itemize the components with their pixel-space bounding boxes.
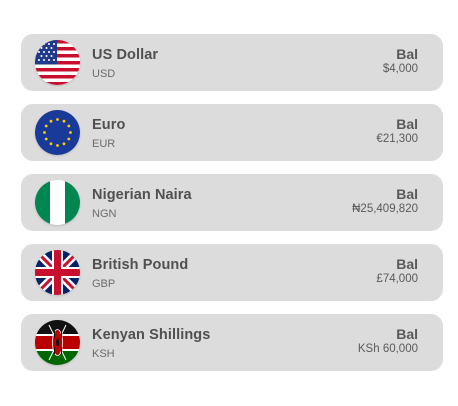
currency-code: NGN <box>92 208 117 220</box>
balance-amount: ₦25,409,820 <box>352 203 418 215</box>
account-card-ksh[interactable]: Kenyan Shillings KSH Bal KSh 60,000 <box>21 314 443 371</box>
balance-label: Bal <box>396 256 418 272</box>
balance-label: Bal <box>396 46 418 62</box>
balance-label: Bal <box>396 116 418 132</box>
currency-code: KSH <box>92 348 115 360</box>
currency-code: GBP <box>92 278 116 290</box>
currency-account-list: US Dollar USD Bal $4,000 Euro EUR Bal €2… <box>0 0 458 406</box>
account-card-usd[interactable]: US Dollar USD Bal $4,000 <box>21 34 443 91</box>
balance-amount: €21,300 <box>376 133 418 145</box>
currency-code: USD <box>92 68 116 80</box>
kenya-flag-icon <box>35 320 80 365</box>
uk-flag-icon <box>35 250 80 295</box>
account-card-eur[interactable]: Euro EUR Bal €21,300 <box>21 104 443 161</box>
nigeria-flag-icon <box>35 180 80 225</box>
currency-name: Euro <box>92 117 126 133</box>
currency-name: British Pound <box>92 257 189 273</box>
us-flag-icon <box>35 40 80 85</box>
balance-amount: £74,000 <box>376 273 418 285</box>
currency-name: Nigerian Naira <box>92 187 192 203</box>
currency-code: EUR <box>92 138 116 150</box>
balance-label: Bal <box>396 186 418 202</box>
account-card-gbp[interactable]: British Pound GBP Bal £74,000 <box>21 244 443 301</box>
currency-name: US Dollar <box>92 47 159 63</box>
balance-label: Bal <box>396 326 418 342</box>
account-card-ngn[interactable]: Nigerian Naira NGN Bal ₦25,409,820 <box>21 174 443 231</box>
balance-amount: $4,000 <box>382 63 418 75</box>
balance-amount: KSh 60,000 <box>357 343 418 355</box>
eu-flag-icon <box>35 110 80 155</box>
currency-name: Kenyan Shillings <box>92 327 211 343</box>
